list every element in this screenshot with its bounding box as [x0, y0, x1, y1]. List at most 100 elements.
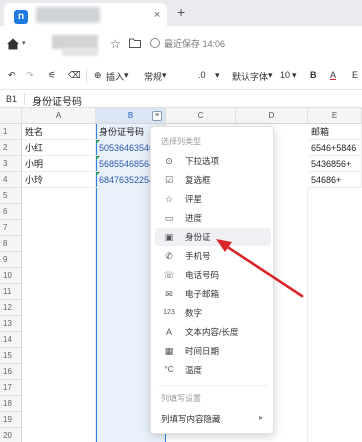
- cloud-save-icon: [150, 38, 160, 48]
- chevron-down-icon[interactable]: ▾: [22, 39, 26, 47]
- font-size-select[interactable]: 10: [280, 70, 290, 80]
- row-header[interactable]: 18: [0, 396, 22, 412]
- fill-color-button[interactable]: E: [352, 70, 358, 80]
- column-header-e[interactable]: E: [308, 108, 362, 124]
- chevron-down-icon[interactable]: ▾: [124, 70, 129, 81]
- cell-b4-value: 68476352254: [99, 175, 154, 185]
- gridline: [95, 188, 96, 442]
- formula-bar: B1 身份证号码: [0, 90, 362, 108]
- bold-button[interactable]: B: [310, 70, 317, 80]
- cell-e4[interactable]: 54686+: [308, 172, 362, 188]
- new-tab-button[interactable]: +: [177, 4, 185, 20]
- menu-item-telephone[interactable]: ☏ 电话号码: [155, 266, 271, 284]
- row-header[interactable]: 11: [0, 284, 22, 300]
- cell-reference[interactable]: B1: [6, 94, 17, 104]
- column-menu-icon[interactable]: ≡: [152, 111, 162, 121]
- folder-icon[interactable]: [129, 38, 141, 48]
- number-icon: 123: [163, 309, 175, 316]
- row-header[interactable]: 12: [0, 300, 22, 316]
- menu-divider: [159, 385, 267, 386]
- row-header[interactable]: 16: [0, 364, 22, 380]
- calendar-icon: ▦: [164, 346, 174, 356]
- row-header[interactable]: 3: [0, 156, 22, 172]
- cell-a1[interactable]: 姓名: [22, 124, 96, 140]
- dropdown-options-icon: ⊙: [165, 156, 173, 166]
- row-header[interactable]: 8: [0, 236, 22, 252]
- chevron-down-icon[interactable]: ▾: [215, 70, 220, 81]
- chevron-down-icon[interactable]: ▾: [292, 70, 297, 81]
- menu-item-id-card[interactable]: ▣ 身份证: [155, 228, 271, 246]
- row-header[interactable]: 14: [0, 332, 22, 348]
- insert-button[interactable]: 插入: [106, 70, 124, 83]
- insert-icon[interactable]: ⊕: [94, 70, 102, 81]
- chevron-right-icon: ▸: [258, 413, 263, 422]
- cell-b4[interactable]: 68476352254: [96, 172, 154, 188]
- gridline: [307, 188, 308, 442]
- home-icon[interactable]: [6, 37, 20, 51]
- row-header[interactable]: 7: [0, 220, 22, 236]
- menu-item-hide-content[interactable]: 列填写内容隐藏 ▸: [155, 410, 271, 428]
- font-family-select[interactable]: 默认字体: [232, 70, 268, 83]
- decimal-places-button[interactable]: .0: [198, 70, 206, 80]
- menu-item-temperature[interactable]: °C 温度: [155, 361, 271, 379]
- progress-icon: ▭: [164, 213, 174, 223]
- cell-a4[interactable]: 小玲: [22, 172, 96, 188]
- menu-item-datetime[interactable]: ▦ 时间日期: [155, 342, 271, 360]
- cell-e2[interactable]: 6546+5846: [308, 140, 362, 156]
- cell-b2[interactable]: 50536463546: [96, 140, 154, 156]
- menu-item-label: 进度: [185, 213, 203, 223]
- column-type-menu: 选择列类型 ⊙ 下拉选项 ☑ 复选框 ☆ 评星 ▭ 进度 ▣ 身份证 ✆ 手机号…: [150, 126, 274, 434]
- menu-item-checkbox[interactable]: ☑ 复选框: [155, 171, 271, 189]
- document-name-redacted: [52, 35, 98, 49]
- eraser-icon[interactable]: ⌫: [68, 70, 81, 81]
- number-format-select[interactable]: 常规: [144, 70, 162, 83]
- menu-item-mobile[interactable]: ✆ 手机号: [155, 247, 271, 265]
- mail-icon: ✉: [165, 289, 173, 299]
- row-header[interactable]: 20: [0, 428, 22, 442]
- menu-item-text-length[interactable]: A 文本内容/长度: [155, 323, 271, 341]
- column-header-c[interactable]: C: [166, 108, 236, 124]
- menu-item-progress[interactable]: ▭ 进度: [155, 209, 271, 227]
- cell-e3[interactable]: 5436856+: [308, 156, 362, 172]
- redo-icon[interactable]: ↷: [26, 70, 34, 81]
- menu-item-label: 温度: [185, 365, 203, 375]
- tab-title-redacted: [36, 7, 100, 23]
- formula-input[interactable]: 身份证号码: [32, 93, 82, 108]
- row-header[interactable]: 9: [0, 252, 22, 268]
- column-header-d[interactable]: D: [236, 108, 308, 124]
- select-all-corner[interactable]: [0, 108, 22, 124]
- row-header[interactable]: 1: [0, 124, 22, 140]
- row-header[interactable]: 4: [0, 172, 22, 188]
- column-header-a[interactable]: A: [22, 108, 96, 124]
- row-header[interactable]: 6: [0, 204, 22, 220]
- tab-close-icon[interactable]: ×: [154, 9, 160, 21]
- menu-item-label: 电话号码: [185, 270, 220, 280]
- cell-a3[interactable]: 小明: [22, 156, 96, 172]
- cell-b3[interactable]: 56855468564: [96, 156, 154, 172]
- cell-a2[interactable]: 小红: [22, 140, 96, 156]
- menu-item-label: 身份证: [185, 232, 211, 242]
- checkbox-icon: ☑: [164, 175, 174, 185]
- font-color-button[interactable]: A: [330, 70, 336, 80]
- menu-item-dropdown[interactable]: ⊙ 下拉选项: [155, 152, 271, 170]
- chevron-down-icon[interactable]: ▾: [268, 70, 273, 81]
- row-header[interactable]: 13: [0, 316, 22, 332]
- row-header[interactable]: 2: [0, 140, 22, 156]
- format-painter-icon[interactable]: ⚟: [48, 70, 56, 81]
- chevron-down-icon[interactable]: ▾: [162, 70, 167, 81]
- menu-item-rating[interactable]: ☆ 评星: [155, 190, 271, 208]
- undo-icon[interactable]: ↶: [8, 70, 16, 81]
- formula-divider: [24, 93, 25, 105]
- menu-item-number[interactable]: 123 数字: [155, 304, 271, 322]
- column-header-b[interactable]: B ≡: [96, 108, 166, 124]
- browser-tab[interactable]: n ×: [4, 3, 167, 26]
- star-icon[interactable]: ☆: [110, 37, 121, 51]
- menu-item-email[interactable]: ✉ 电子邮箱: [155, 285, 271, 303]
- row-header[interactable]: 15: [0, 348, 22, 364]
- telephone-icon: ☏: [163, 270, 175, 280]
- row-header[interactable]: 10: [0, 268, 22, 284]
- row-header[interactable]: 5: [0, 188, 22, 204]
- row-header[interactable]: 19: [0, 412, 22, 428]
- row-header[interactable]: 17: [0, 380, 22, 396]
- cell-e1[interactable]: 邮箱: [308, 124, 362, 140]
